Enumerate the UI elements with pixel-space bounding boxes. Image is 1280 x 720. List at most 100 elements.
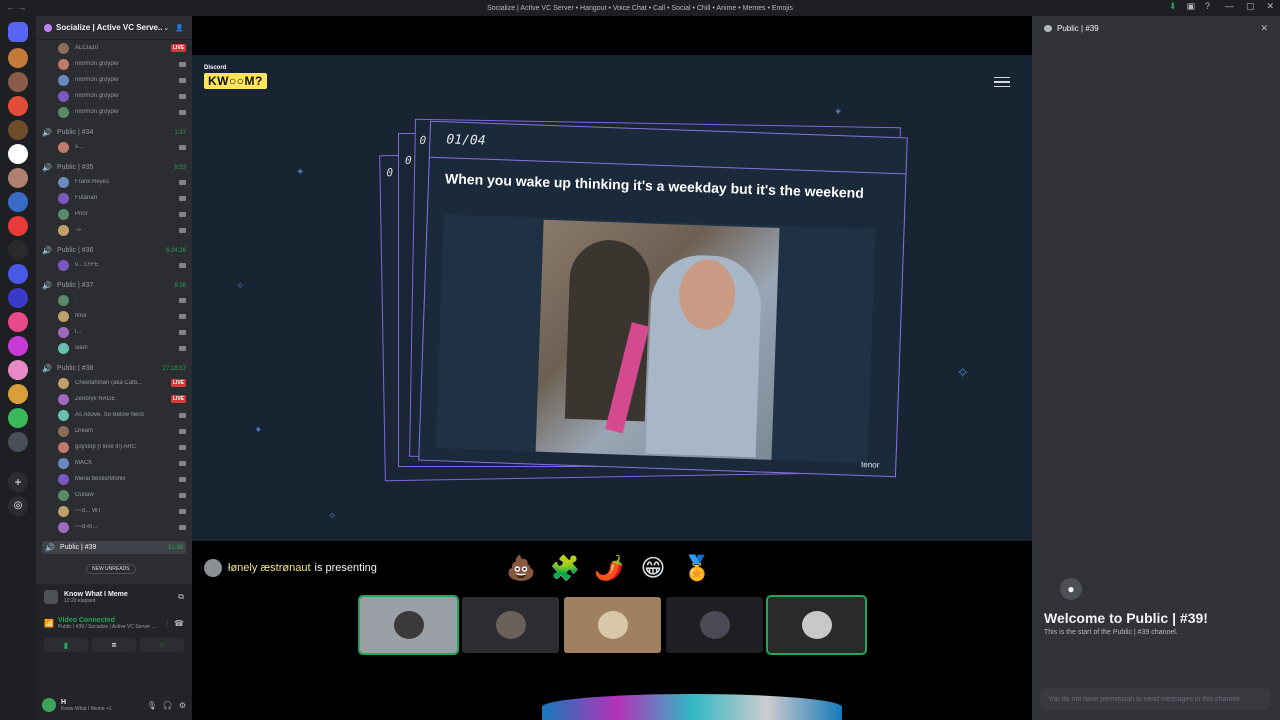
voice-member[interactable]: Cheetahman (aka Catb... LIVE: [42, 375, 186, 391]
voice-member[interactable]: floor: [42, 308, 186, 324]
sparkle-icon: ✧: [236, 281, 245, 292]
server-icon[interactable]: [8, 72, 28, 92]
camera-icon: [179, 329, 186, 335]
voice-member[interactable]: mormon groyper: [42, 56, 186, 72]
participant-tile[interactable]: [564, 597, 661, 653]
minimize-icon[interactable]: —: [1225, 1, 1234, 12]
server-icon[interactable]: [8, 336, 28, 356]
server-icon[interactable]: [8, 144, 28, 164]
meme-card: 01/04 When you wake up thinking it's a w…: [418, 120, 908, 478]
speaker-icon: 🔊: [42, 163, 52, 172]
voice-member[interactable]: s...: [42, 139, 186, 155]
participant-tile[interactable]: [462, 597, 559, 653]
inbox-icon[interactable]: ▣: [1186, 1, 1195, 12]
noise-suppression-icon[interactable]: ⫶: [166, 619, 168, 629]
discord-home-icon[interactable]: [8, 22, 28, 42]
voice-member[interactable]: .: [42, 292, 186, 308]
voice-channel[interactable]: 🔊 Public | #36 6:24:26: [42, 244, 186, 257]
voice-member[interactable]: slam: [42, 340, 186, 356]
activities-button[interactable]: ⁘: [140, 638, 184, 652]
server-icon[interactable]: [8, 312, 28, 332]
reaction-grin-icon[interactable]: 😁: [638, 553, 668, 583]
popout-icon[interactable]: ⧉: [178, 592, 184, 602]
disconnect-icon[interactable]: ☎: [174, 619, 184, 628]
voice-channel[interactable]: 🔊 Public | #39 21:36: [42, 541, 186, 554]
server-icon[interactable]: [8, 168, 28, 188]
camera-icon: [179, 227, 186, 233]
voice-location[interactable]: Public | #39 / Socialize | Active VC Ser…: [58, 624, 156, 630]
camera-button[interactable]: ▮: [44, 638, 88, 652]
back-forward-icon[interactable]: ← →: [6, 2, 27, 12]
add-member-icon[interactable]: 👤: [175, 24, 184, 32]
activity-stage: Discord KW○○M? ✦ ✧ ✦ ✧ ✦ ✧ 0 0 0 01/04 W…: [192, 16, 1032, 720]
voice-member[interactable]: Outlaw: [42, 487, 186, 503]
voice-member[interactable]: goyslop (I love it!) ARC: [42, 439, 186, 455]
server-icon[interactable]: [8, 408, 28, 428]
server-icon[interactable]: [8, 384, 28, 404]
explore-icon[interactable]: ◎: [8, 496, 28, 516]
voice-member[interactable]: v... LYFE: [42, 257, 186, 273]
voice-member[interactable]: ~~d... WT: [42, 503, 186, 519]
server-icon[interactable]: [8, 192, 28, 212]
voice-member[interactable]: ALCIa10 LIVE: [42, 40, 186, 56]
maximize-icon[interactable]: ▢: [1246, 1, 1255, 12]
avatar: [58, 377, 69, 389]
camera-icon: [179, 61, 186, 67]
new-unreads-badge[interactable]: NEW UNREADS: [86, 564, 136, 574]
server-icon[interactable]: [8, 48, 28, 68]
server-icon[interactable]: [8, 264, 28, 284]
server-icon[interactable]: [8, 120, 28, 140]
voice-member[interactable]: mormon groyper: [42, 72, 186, 88]
server-icon[interactable]: [8, 216, 28, 236]
voice-channel[interactable]: 🔊 Public | #35 9:53: [42, 161, 186, 174]
voice-member[interactable]: mormon groyper: [42, 104, 186, 120]
voice-channel[interactable]: 🔊 Public | #38 27:18:57: [42, 362, 186, 375]
chat-bubble-icon: ●: [1060, 578, 1082, 600]
close-window-icon[interactable]: ✕: [1266, 1, 1274, 12]
voice-member[interactable]: Dream: [42, 423, 186, 439]
member-name: ALCIa10: [75, 45, 99, 51]
server-name: Socialize | Active VC Serve...: [56, 23, 164, 32]
voice-member[interactable]: mormon groyper: [42, 88, 186, 104]
avatar[interactable]: [42, 698, 56, 712]
reaction-poop-icon[interactable]: 💩: [506, 553, 536, 583]
voice-member[interactable]: -ᨀ: [42, 222, 186, 238]
voice-member[interactable]: As Above, So Below Nerd: [42, 407, 186, 423]
close-icon[interactable]: ✕: [1260, 23, 1268, 34]
live-badge: LIVE: [170, 44, 186, 52]
voice-member[interactable]: Meral bestie/Mönlil: [42, 471, 186, 487]
menu-icon[interactable]: [994, 77, 1010, 87]
server-icon[interactable]: [8, 96, 28, 116]
download-icon[interactable]: ⬇: [1169, 1, 1177, 12]
voice-member[interactable]: l...: [42, 324, 186, 340]
help-icon[interactable]: ?: [1205, 1, 1210, 12]
reaction-chili-icon[interactable]: 🌶️: [594, 553, 624, 583]
participant-tile[interactable]: [358, 595, 459, 655]
server-icon[interactable]: [8, 432, 28, 452]
reaction-puzzle-icon[interactable]: 🧩: [550, 553, 580, 583]
server-header[interactable]: Socialize | Active VC Serve... ⌄ 👤: [36, 16, 192, 40]
participant-tile[interactable]: [666, 597, 763, 653]
settings-gear-icon[interactable]: ⚙: [179, 701, 186, 710]
voice-member[interactable]: Prior: [42, 206, 186, 222]
reaction-medal-icon[interactable]: 🏅: [682, 553, 712, 583]
voice-member[interactable]: MACK: [42, 455, 186, 471]
microphone-icon[interactable]: 🎙: [147, 701, 157, 710]
voice-channel[interactable]: 🔊 Public | #34 1:37: [42, 126, 186, 139]
server-icon[interactable]: [8, 288, 28, 308]
voice-member[interactable]: Zenoryx RAGE LIVE: [42, 391, 186, 407]
activity-row[interactable]: Know What I Meme 12:23 elapsed ⧉: [36, 584, 192, 611]
voice-member[interactable]: ~~d-m...: [42, 519, 186, 535]
voice-channel[interactable]: 🔊 Public | #37 8:36: [42, 279, 186, 292]
add-server-icon[interactable]: +: [8, 472, 28, 492]
voice-member[interactable]: Futanari: [42, 190, 186, 206]
server-icon[interactable]: [8, 360, 28, 380]
avatar: [58, 74, 69, 86]
screenshare-button[interactable]: ⧈: [92, 638, 136, 652]
channel-sidebar: Socialize | Active VC Serve... ⌄ 👤 ALCIa…: [36, 16, 192, 720]
voice-member[interactable]: Frank Reyes: [42, 174, 186, 190]
chevron-down-icon[interactable]: ⌄: [163, 24, 169, 32]
server-icon[interactable]: [8, 240, 28, 260]
headphones-icon[interactable]: 🎧: [163, 701, 173, 710]
participant-tile[interactable]: [766, 595, 867, 655]
